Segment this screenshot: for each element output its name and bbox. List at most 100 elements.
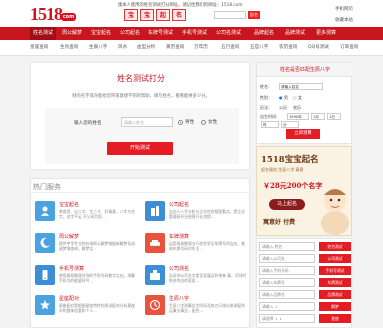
car-icon xyxy=(145,233,165,253)
favorite-link[interactable]: 收藏本站 xyxy=(335,15,353,26)
subnav-item[interactable]: 血型分析 xyxy=(137,40,155,56)
quick-button[interactable]: 解梦 xyxy=(319,302,351,311)
minute-select[interactable]: 分 xyxy=(281,121,299,128)
quick-input[interactable]: 请输入 姓名 xyxy=(259,242,315,251)
bazi-name-input[interactable]: 请输入姓名 xyxy=(279,83,323,90)
name-input[interactable]: 请输入姓名 xyxy=(121,117,173,127)
male-radio[interactable] xyxy=(178,120,183,125)
bazi-submit-button[interactable]: 立即测算 xyxy=(286,129,320,139)
nav-item-name-test[interactable]: 姓名测试 xyxy=(30,27,57,40)
hot-services: 热门服务 宝宝起名 养育您、出八字、生三才、好寓意，八字与名字，名字不足 开父母… xyxy=(30,178,251,328)
banner-char: 起 xyxy=(156,9,170,21)
main-nav: 姓名测试 周公解梦 宝宝起名 公司起名 车牌号测试 手机号测试 公司名测试 品牌… xyxy=(0,27,383,40)
service-company-name[interactable]: 公司起名 吉凶人八字分析与企业综合相配看点，是企业管理获开业经营开业流程… xyxy=(145,201,245,231)
month-select[interactable]: 1月 xyxy=(311,113,325,120)
baby-name-input[interactable] xyxy=(214,11,246,19)
subnav-item[interactable]: QQ号测试 xyxy=(308,40,329,56)
site-logo[interactable]: 1518 com xyxy=(30,5,76,24)
calendar-solar-option[interactable]: 公历 xyxy=(279,105,287,111)
nav-item-more[interactable]: 更多测算 xyxy=(316,27,336,40)
start-test-button[interactable]: 开始测试 xyxy=(107,142,173,155)
hot-services-header: 热门服务 xyxy=(31,179,251,193)
top-links: 手机网页 收藏本站 xyxy=(335,4,353,26)
subnav-item[interactable]: 黄历查询 xyxy=(166,40,184,56)
name-test-form: 输入您的姓名 请输入姓名 男性 女性 开始测试 xyxy=(45,108,239,164)
bazi-calendar-label: 历法： xyxy=(260,105,272,110)
service-desc: 星座配对是根据星座特性的测试配对分析星座对的整体恋爱和个人… xyxy=(59,303,135,314)
nav-item-company-name[interactable]: 公司起名 xyxy=(120,27,140,40)
banner-char: 宝 xyxy=(140,9,154,21)
female-label: 女性 xyxy=(208,120,218,125)
nav-item-brand-test[interactable]: 品牌测试 xyxy=(285,27,305,40)
quick-input[interactable]: 请输入手机号码 xyxy=(259,266,315,275)
female-radio[interactable] xyxy=(201,120,206,125)
company-icon xyxy=(145,265,165,285)
quick-row-dream: 请输入 ↓ 解梦 xyxy=(259,302,351,311)
subnav-item[interactable]: 万年历 xyxy=(194,40,208,56)
star-icon xyxy=(35,295,55,315)
subnav-item[interactable]: 农历查询 xyxy=(279,40,297,56)
quick-input[interactable]: 请输入车牌号 xyxy=(259,278,315,287)
ad-cta-button[interactable]: 马上起名 xyxy=(269,199,305,210)
quick-row-company: 请输入公司名 公司测试 xyxy=(259,254,351,263)
baby-name-banner[interactable]: 宝 宝 起 名 xyxy=(120,8,220,23)
ad-tagline: 寓意好 付费 xyxy=(263,219,296,226)
day-select[interactable]: 1日 xyxy=(327,113,341,120)
service-desc: 告诉你公司名字是否发展吉利带来 事，可同时结合你出的家居… xyxy=(169,273,247,284)
baby-illustration xyxy=(321,189,349,235)
quick-input[interactable]: 请输入品牌名 xyxy=(259,290,315,299)
subnav-item[interactable]: 五官八字 xyxy=(250,40,268,56)
quick-row-name: 请输入 姓名 姓名测试 xyxy=(259,242,351,251)
moon-icon xyxy=(35,233,55,253)
bazi-name-label: 姓名： xyxy=(260,84,272,89)
service-desc: 运用周易数理五行综合学后车牌号的吉凶，查询车牌号码对车主… xyxy=(169,241,245,252)
quick-tests-panel: 请输入 姓名 姓名测试 请输入公司名 公司测试 请输入手机号码 手机号测试 请输… xyxy=(256,238,352,328)
nav-item-phone-test[interactable]: 手机号测试 xyxy=(182,27,207,40)
baby-name-go-button[interactable]: 起名 xyxy=(248,11,260,19)
subnav-item[interactable]: 生肖查询 xyxy=(60,40,78,56)
quick-button[interactable]: 手机号测试 xyxy=(319,266,351,275)
service-title: 公司测名 xyxy=(169,266,190,272)
quick-button[interactable]: 品牌测试 xyxy=(319,290,351,299)
mobile-link[interactable]: 手机网页 xyxy=(335,4,353,15)
quick-button[interactable]: 公司测试 xyxy=(319,254,351,263)
quick-input[interactable]: 请输入 ↓ xyxy=(259,302,315,311)
subnav-item[interactable]: 生辰八字 xyxy=(89,40,107,56)
service-star-match[interactable]: 星座配对 星座配对是根据星座特性的测试配对分析星座对的整体恋爱和个人… xyxy=(35,295,135,325)
male-label: 男性 xyxy=(185,120,195,125)
ad-headline: 1518宝宝起名 xyxy=(261,155,319,165)
subnav-item[interactable]: 五行查询 xyxy=(221,40,239,56)
nav-item-brand-name[interactable]: 品牌起名 xyxy=(254,27,274,40)
service-plate[interactable]: 车牌测算 运用周易数理五行综合学后车牌号的吉凶，查询车牌号码对车主… xyxy=(145,233,245,263)
service-desc: 养育您、出八字、生三才、好寓意，八字与名字，名字不足 开父母为您… xyxy=(59,209,135,220)
bazi-gender-label: 性别： xyxy=(260,95,272,100)
subnav-item[interactable]: 订单查询 xyxy=(340,40,358,56)
subnav-item[interactable]: 风水 xyxy=(118,40,127,56)
quick-button[interactable]: 星座 xyxy=(319,314,351,323)
hour-select[interactable]: 时 xyxy=(261,121,279,128)
service-bazi[interactable]: 生辰八字 生辰八字测算出生时间及各五行排出来测配命运事业事业，配合… xyxy=(145,295,245,325)
nav-item-baby-name[interactable]: 宝宝起名 xyxy=(91,27,111,40)
quick-input[interactable]: 请输入公司名 xyxy=(259,254,315,263)
quick-button[interactable]: 姓名测试 xyxy=(319,242,351,251)
female-radio[interactable]: ○ xyxy=(293,95,297,100)
nav-item-plate-test[interactable]: 车牌号测试 xyxy=(148,27,173,40)
baby-name-ad[interactable]: 1518宝宝起名 起名服务·生辰八字·寓意 ￥28元200个名字 马上起名 寓意… xyxy=(256,146,352,236)
service-baby-name[interactable]: 宝宝起名 养育您、出八字、生三才、好寓意，八字与名字，名字不足 开父母为您… xyxy=(35,201,135,231)
quick-row-star: 请选择 ↓ ↓ 星座 xyxy=(259,314,351,323)
year-select[interactable]: 1990年 xyxy=(287,113,309,120)
subnav-item[interactable]: 星座查询 xyxy=(30,40,48,56)
male-label: 男 xyxy=(284,95,288,100)
calendar-lunar-option[interactable]: 农历 xyxy=(293,105,301,111)
service-phone[interactable]: 手机号测算 使用周易数理对你的手机号码数字吉凶，测算手机号的能量好坏… xyxy=(35,265,135,295)
quick-input[interactable]: 请选择 ↓ ↓ xyxy=(259,314,315,323)
quick-row-phone: 请输入手机号码 手机号测试 xyxy=(259,266,351,275)
service-title: 手机号测算 xyxy=(59,266,85,272)
quick-button[interactable]: 车牌测试 xyxy=(319,278,351,287)
nav-item-dream[interactable]: 周公解梦 xyxy=(62,27,82,40)
logo-suffix: com xyxy=(61,13,76,21)
service-dream[interactable]: 周公解梦 提供中华专业的在线周公解梦根据新解梦及成造梦境查询，解梦吉… xyxy=(35,233,135,263)
nav-item-company-test[interactable]: 公司名测试 xyxy=(216,27,241,40)
service-company-test[interactable]: 公司测名 告诉你公司名字是否发展吉利带来 事，可同时结合你出的家居… xyxy=(145,265,247,295)
male-radio[interactable]: ● xyxy=(279,95,283,100)
